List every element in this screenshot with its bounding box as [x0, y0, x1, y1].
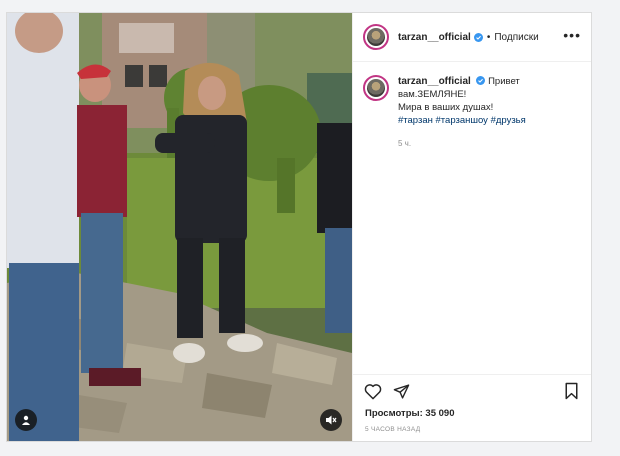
caption-text-line1: Привет [488, 76, 520, 87]
verified-badge-icon [476, 76, 486, 85]
like-button[interactable] [363, 381, 383, 401]
verified-badge-icon [473, 32, 483, 42]
tagged-users-button[interactable] [15, 409, 37, 431]
view-count[interactable]: Просмотры: 35 090 [365, 408, 455, 419]
caption-avatar-image [367, 79, 385, 97]
save-button[interactable] [561, 381, 581, 401]
caption-text-line2: вам.ЗЕМЛЯНЕ! [398, 89, 467, 100]
user-tag-icon [22, 415, 30, 425]
post-video[interactable] [7, 13, 352, 441]
post-actions: Просмотры: 35 090 5 ЧАСОВ НАЗАД [353, 374, 591, 441]
mute-toggle-button[interactable] [320, 409, 342, 431]
more-options-icon[interactable]: ••• [563, 28, 581, 45]
caption-first-line: tarzan__official Привет [398, 75, 526, 88]
post-caption: tarzan__official Привет вам.ЗЕМЛЯНЕ! Мир… [363, 75, 581, 150]
header-separator: • [486, 31, 491, 43]
paper-plane-icon [393, 383, 409, 399]
heart-icon [364, 383, 382, 399]
caption-text-line3: Мира в ваших душах! [398, 102, 494, 113]
share-button[interactable] [391, 381, 411, 401]
caption-body: tarzan__official Привет вам.ЗЕМЛЯНЕ! Мир… [398, 75, 526, 150]
instagram-post-modal: tarzan__official • Подписки ••• tarzan__… [6, 12, 592, 442]
caption-username[interactable]: tarzan__official [398, 76, 471, 87]
avatar-image [367, 28, 385, 46]
avatar[interactable] [363, 24, 389, 50]
bookmark-icon [565, 382, 577, 400]
post-timestamp[interactable]: 5 ЧАСОВ НАЗАД [365, 426, 420, 433]
post-side-panel: tarzan__official • Подписки ••• tarzan__… [352, 13, 591, 441]
following-button[interactable]: Подписки [494, 32, 538, 43]
caption-time-ago[interactable]: 5 ч. [398, 137, 526, 150]
caption-avatar[interactable] [363, 75, 389, 101]
caption-hashtags[interactable]: #тарзан #тарзаншоу #друзья [398, 114, 526, 127]
header-username[interactable]: tarzan__official [398, 32, 471, 43]
post-header: tarzan__official • Подписки ••• [353, 13, 591, 62]
video-frame-illustration [7, 13, 352, 441]
muted-speaker-icon [326, 415, 337, 425]
